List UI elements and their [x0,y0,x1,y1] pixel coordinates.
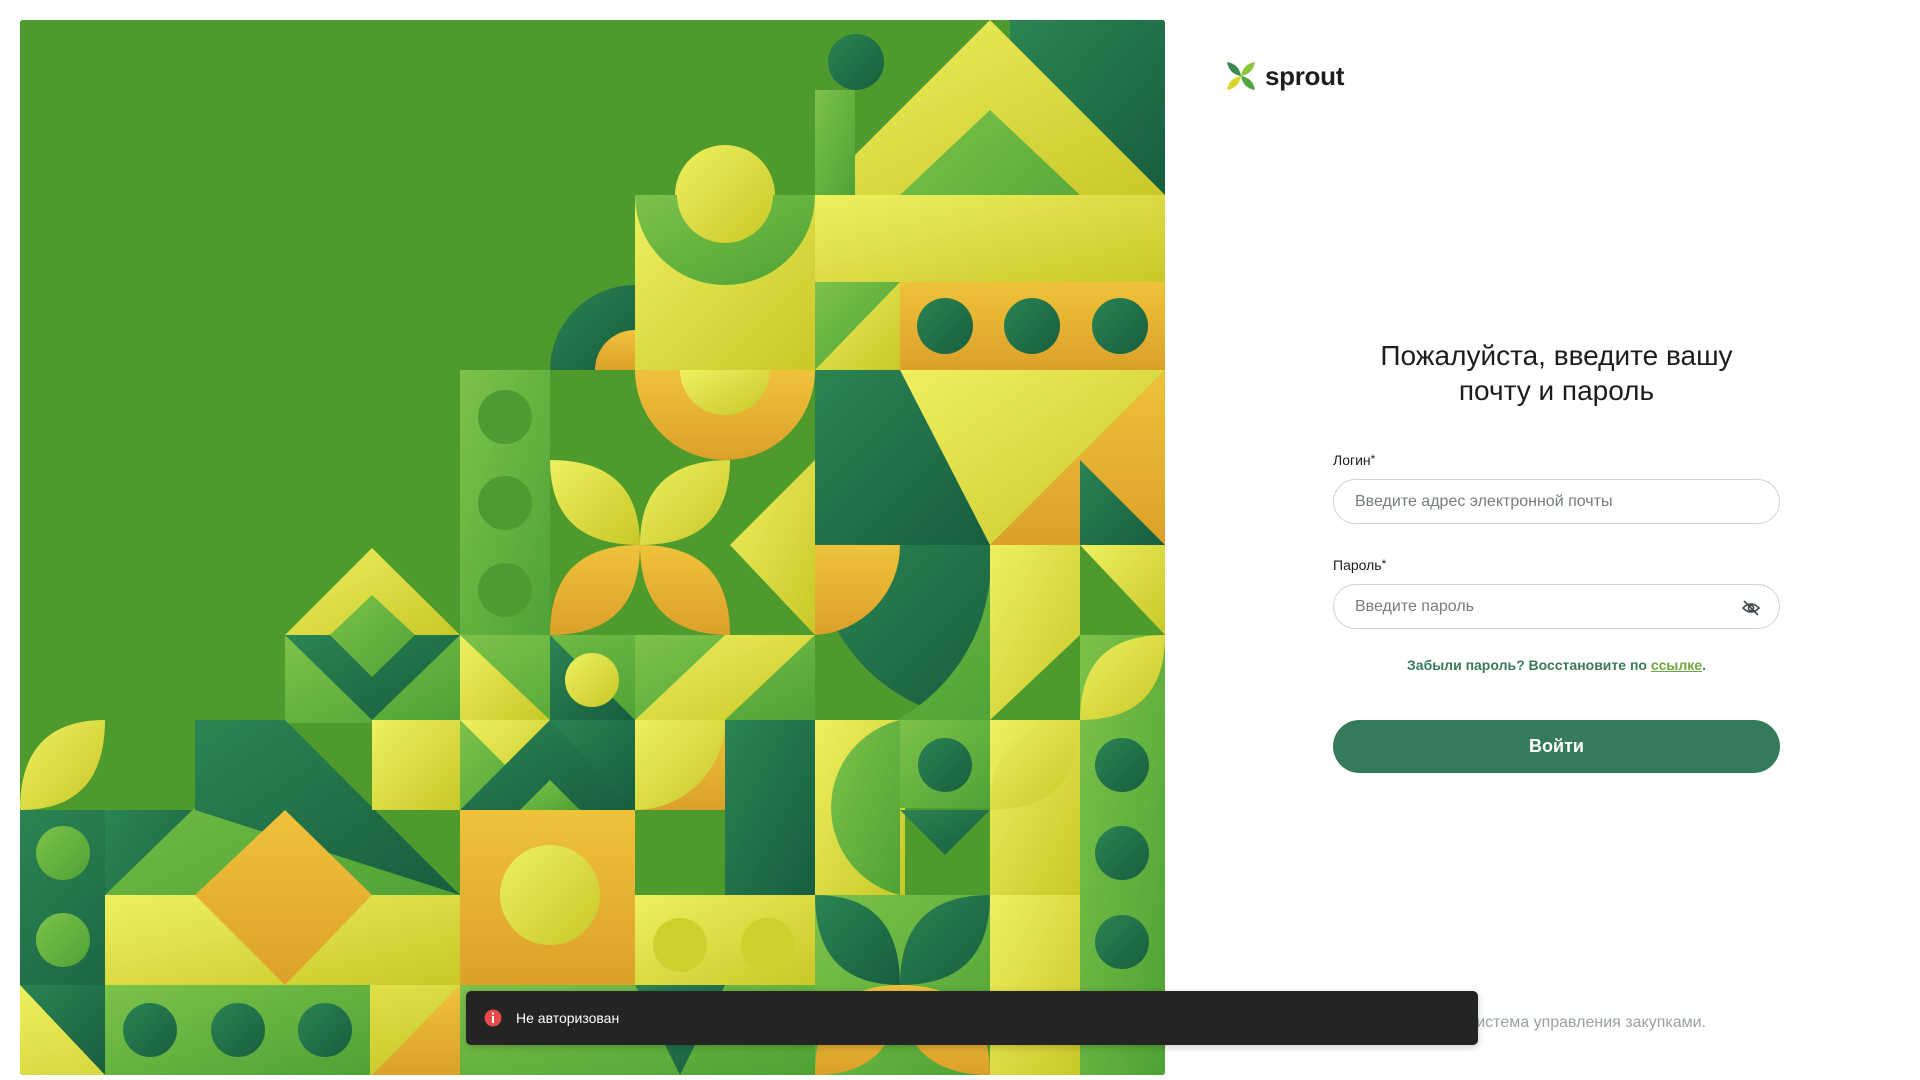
brand-name: sprout [1265,60,1345,91]
login-input[interactable] [1334,480,1779,523]
login-button[interactable]: Войти [1333,720,1780,773]
login-form: Пожалуйста, введите вашу почту и пароль … [1333,338,1780,773]
sprout-logo-icon [1227,62,1255,90]
form-title: Пожалуйста, введите вашу почту и пароль [1333,338,1780,408]
required-mark: * [1381,557,1387,571]
login-label-text: Логин [1333,452,1371,468]
login-illustration [20,20,1165,1075]
forgot-text: Забыли пароль? Восстановите по [1407,657,1651,673]
eye-off-icon[interactable] [1740,597,1761,618]
geometric-pattern [20,20,1165,1075]
form-title-line2: почту и пароль [1458,375,1655,406]
password-input[interactable] [1334,585,1779,628]
error-toast: Не авторизован [466,991,1478,1045]
password-label-text: Пароль [1333,557,1382,573]
forgot-end: . [1702,657,1706,673]
login-panel: sprout Пожалуйста, введите вашу почту и … [1165,0,1920,1080]
login-field [1333,479,1780,524]
forgot-password: Забыли пароль? Восстановите по ссылке. [1333,657,1780,673]
login-label: Логин* [1333,452,1780,468]
password-field [1333,584,1780,629]
required-mark: * [1370,452,1376,466]
error-info-icon [484,1009,502,1027]
form-title-line1: Пожалуйста, введите вашу [1380,340,1733,371]
toast-message: Не авторизован [516,1010,620,1026]
password-label: Пароль* [1333,557,1780,573]
forgot-password-link[interactable]: ссылке [1651,657,1702,673]
brand: sprout [1225,60,1344,92]
